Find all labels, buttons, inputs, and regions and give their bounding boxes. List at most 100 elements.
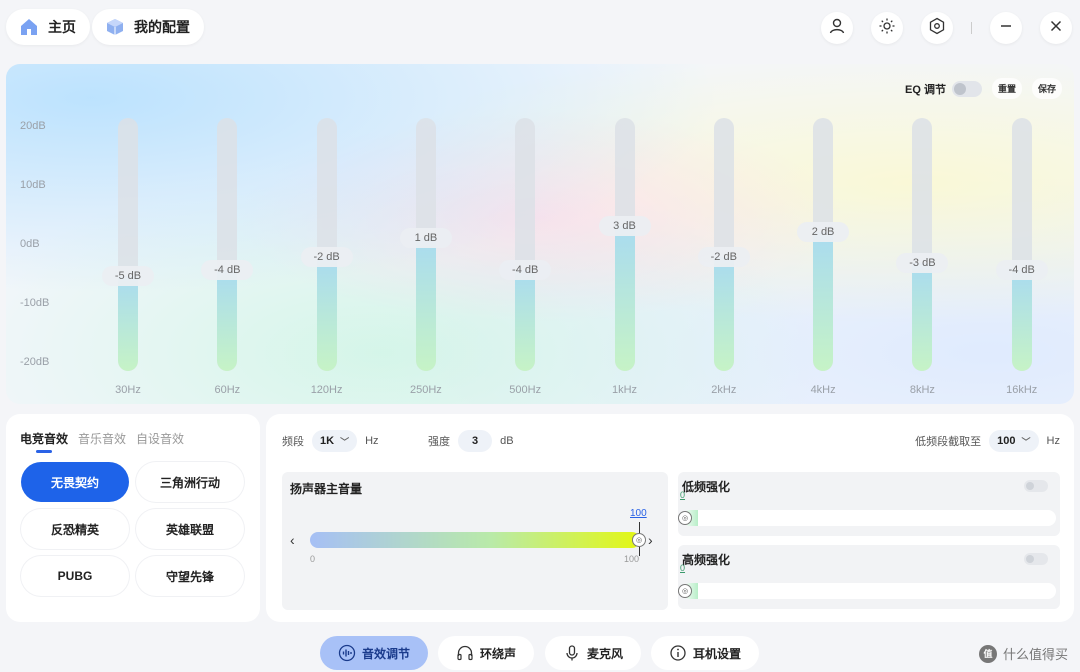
eq-band[interactable]: 1 dB 250Hz xyxy=(396,118,456,398)
bass-boost-title: 低频强化 xyxy=(682,480,731,494)
eq-band-value[interactable]: -2 dB xyxy=(300,247,353,267)
eq-band-value[interactable]: -4 dB xyxy=(995,260,1048,280)
eq-band-frequency: 30Hz xyxy=(115,384,141,396)
speaker-volume-title: 扬声器主音量 xyxy=(290,482,363,496)
slider-handle[interactable]: ◎ xyxy=(632,533,646,547)
preset-delta-force[interactable]: 三角洲行动 xyxy=(136,462,244,502)
eq-band-fill xyxy=(713,257,734,371)
eq-band[interactable]: -3 dB 8kHz xyxy=(892,118,952,398)
brightness-icon xyxy=(878,17,896,40)
chevron-down-icon: ﹀ xyxy=(340,436,350,447)
preset-cs[interactable]: 反恐精英 xyxy=(21,509,129,549)
eq-band-value[interactable]: -4 dB xyxy=(499,260,552,280)
preset-tabs: 电竞音效 音乐音效 自设音效 xyxy=(20,430,194,453)
cutoff-select[interactable]: 100 ﹀ xyxy=(989,430,1039,452)
window-actions xyxy=(803,10,1072,46)
eq-band-value[interactable]: -4 dB xyxy=(201,260,254,280)
tab-music[interactable]: 音乐音效 xyxy=(78,430,126,447)
eq-band-frequency: 2kHz xyxy=(711,384,737,396)
minimize-icon xyxy=(999,19,1013,38)
band-control: 频段 1K ﹀ Hz xyxy=(282,430,379,452)
eq-band-fill xyxy=(515,270,536,371)
brightness-button[interactable] xyxy=(871,12,903,44)
eq-band-fill xyxy=(316,257,337,371)
tab-my-config-label: 我的配置 xyxy=(134,19,190,35)
minimize-button[interactable] xyxy=(990,12,1022,44)
watermark-logo: 值 xyxy=(978,644,997,663)
tab-esports[interactable]: 电竞音效 xyxy=(20,430,68,453)
eq-band-track[interactable] xyxy=(316,118,337,371)
treble-boost-toggle[interactable] xyxy=(1024,553,1048,565)
treble-boost-card: 高频强化 0 ◎ xyxy=(678,545,1060,609)
tab-home-label: 主页 xyxy=(48,19,76,35)
eq-band[interactable]: 2 dB 4kHz xyxy=(793,118,853,398)
nav-sound-effects[interactable]: 音效调节 xyxy=(320,636,428,670)
band-select[interactable]: 1K ﹀ xyxy=(312,430,358,452)
speaker-volume-slider[interactable] xyxy=(310,532,640,548)
eq-band-frequency: 1kHz xyxy=(611,384,638,396)
eq-band-fill xyxy=(912,263,933,371)
eq-band-track[interactable] xyxy=(713,118,734,371)
eq-band[interactable]: -4 dB 500Hz xyxy=(495,118,555,398)
eq-band-value[interactable]: 3 dB xyxy=(598,216,651,236)
eq-band[interactable]: 3 dB 1kHz xyxy=(595,118,655,398)
watermark-text: 什么值得买 xyxy=(1002,647,1068,662)
settings-button[interactable] xyxy=(921,12,953,44)
bass-boost-slider[interactable] xyxy=(682,510,1056,526)
bass-boost-toggle[interactable] xyxy=(1024,480,1048,492)
bass-boost-card: 低频强化 0 ◎ xyxy=(678,472,1060,536)
preset-valorant[interactable]: 无畏契约 xyxy=(21,462,129,502)
treble-boost-slider[interactable] xyxy=(682,583,1056,599)
nav-headset-settings-label: 耳机设置 xyxy=(692,646,741,661)
user-button[interactable] xyxy=(821,12,853,44)
nav-sound-effects-label: 音效调节 xyxy=(361,646,410,661)
cutoff-control: 低频段截取至 100 ﹀ Hz xyxy=(915,430,1060,452)
eq-band-track[interactable] xyxy=(515,118,536,371)
eq-band-value[interactable]: -2 dB xyxy=(697,247,750,267)
eq-band[interactable]: -4 dB 60Hz xyxy=(197,118,257,398)
eq-band-track[interactable] xyxy=(118,118,138,371)
tab-custom[interactable]: 自设音效 xyxy=(136,430,184,447)
gain-input[interactable]: 3 xyxy=(458,430,493,452)
treble-boost-value: 0 xyxy=(680,563,686,573)
close-button[interactable] xyxy=(1040,12,1072,44)
gain-control: 强度 3 dB xyxy=(428,430,514,452)
eq-band-fill xyxy=(813,232,834,371)
nav-surround[interactable]: 环绕声 xyxy=(438,636,534,670)
band-value: 1K xyxy=(320,435,335,447)
nav-microphone[interactable]: 麦克风 xyxy=(545,636,641,670)
eq-band-value[interactable]: -3 dB xyxy=(896,253,949,273)
cutoff-label: 低频段截取至 xyxy=(915,436,982,448)
eq-band[interactable]: -2 dB 120Hz xyxy=(297,118,357,398)
eq-band-fill xyxy=(614,226,635,371)
top-bar: 主页 我的配置 xyxy=(0,0,1080,56)
eq-band[interactable]: -4 dB 16kHz xyxy=(992,118,1052,398)
slider-handle[interactable]: ◎ xyxy=(678,511,692,525)
eq-band-fill xyxy=(415,238,436,371)
eq-band-value[interactable]: -5 dB xyxy=(102,266,154,286)
band-label: 频段 xyxy=(282,436,304,448)
eq-band[interactable]: -2 dB 2kHz xyxy=(694,118,754,398)
eq-band-value[interactable]: 2 dB xyxy=(797,222,850,242)
chevron-left-icon[interactable]: ‹ xyxy=(290,532,295,548)
slider-handle[interactable]: ◎ xyxy=(678,584,692,598)
eq-band-track[interactable] xyxy=(614,118,635,371)
eq-band-track[interactable] xyxy=(813,118,834,371)
nav-surround-label: 环绕声 xyxy=(479,646,516,661)
eq-band-track[interactable] xyxy=(912,118,933,371)
preset-pubg[interactable]: PUBG xyxy=(21,556,129,596)
preset-overwatch[interactable]: 守望先锋 xyxy=(136,556,244,596)
nav-headset-settings[interactable]: 耳机设置 xyxy=(651,636,759,670)
eq-band[interactable]: -5 dB 30Hz xyxy=(98,118,158,398)
preset-lol[interactable]: 英雄联盟 xyxy=(136,509,244,549)
tab-my-config[interactable]: 我的配置 xyxy=(92,9,204,45)
eq-band-track[interactable] xyxy=(217,118,238,371)
chevron-right-icon[interactable]: › xyxy=(648,532,653,548)
eq-band-track[interactable] xyxy=(1011,118,1032,371)
eq-bands: -5 dB 30Hz -4 dB 60Hz -2 dB 120Hz 1 dB 250Hz -4 … xyxy=(6,64,1074,404)
eq-band-value[interactable]: 1 dB xyxy=(399,228,452,248)
eq-band-fill xyxy=(118,276,138,371)
band-unit: Hz xyxy=(365,435,379,447)
tab-home[interactable]: 主页 xyxy=(6,9,90,45)
eq-band-frequency: 16kHz xyxy=(1006,384,1038,396)
